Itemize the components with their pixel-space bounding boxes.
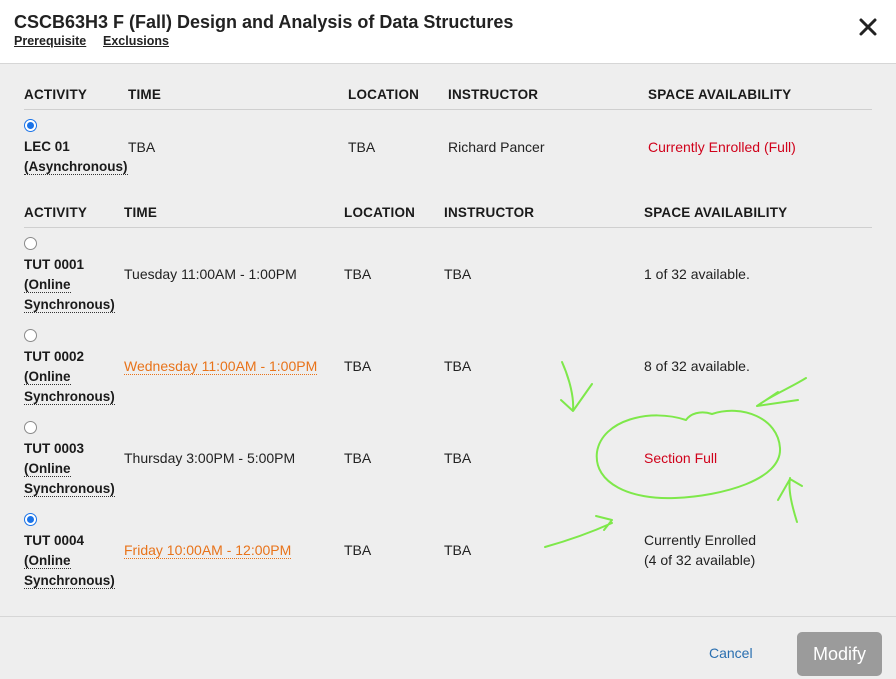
- activity-lec-01: LEC 01 (Asynchronous): [24, 137, 128, 177]
- activity-mode-line1[interactable]: (Online: [24, 277, 71, 293]
- lec-header-instructor: INSTRUCTOR: [448, 87, 539, 102]
- lec-header-activity: ACTIVITY: [24, 87, 88, 102]
- availability-line2: (4 of 32 available): [644, 552, 756, 568]
- modify-button[interactable]: Modify: [797, 632, 882, 676]
- activity-mode-line2[interactable]: Synchronous): [24, 481, 115, 497]
- close-icon[interactable]: [858, 15, 878, 39]
- activity-code: TUT 0002: [24, 349, 85, 364]
- activity-code: LEC 01: [24, 139, 70, 154]
- lec-availability: Currently Enrolled (Full): [648, 139, 796, 155]
- tut-availability: Currently Enrolled (4 of 32 available): [644, 530, 784, 570]
- activity-tut-0002: TUT 0002 (Online Synchronous): [24, 347, 115, 407]
- activity-code: TUT 0004: [24, 533, 85, 548]
- cancel-button[interactable]: Cancel: [709, 645, 753, 661]
- radio-tut-0001[interactable]: [24, 237, 37, 250]
- tut-instructor: TBA: [444, 266, 472, 282]
- activity-code: TUT 0001: [24, 257, 85, 272]
- tut-availability: 8 of 32 available.: [644, 358, 750, 374]
- conflict-time-text[interactable]: Wednesday 11:00AM - 1:00PM: [124, 358, 318, 375]
- tut-instructor: TBA: [444, 358, 472, 374]
- tut-location: TBA: [344, 358, 372, 374]
- activity-tut-0001: TUT 0001 (Online Synchronous): [24, 255, 115, 315]
- lec-instructor: Richard Pancer: [448, 139, 545, 155]
- tut-header-divider: [24, 227, 872, 228]
- tut-header-availability: SPACE AVAILABILITY: [644, 205, 788, 220]
- dialog-footer: Cancel Modify: [0, 616, 896, 679]
- tut-header-instructor: INSTRUCTOR: [444, 205, 535, 220]
- lec-header-divider: [24, 109, 872, 110]
- radio-tut-0003[interactable]: [24, 421, 37, 434]
- tut-instructor: TBA: [444, 542, 472, 558]
- lec-header-availability: SPACE AVAILABILITY: [648, 87, 792, 102]
- activity-mode-line1[interactable]: (Online: [24, 461, 71, 477]
- activity-tut-0004: TUT 0004 (Online Synchronous): [24, 531, 115, 591]
- tut-time: Thursday 3:00PM - 5:00PM: [124, 450, 296, 466]
- tut-time[interactable]: Friday 10:00AM - 12:00PM: [124, 542, 292, 559]
- tut-header-activity: ACTIVITY: [24, 205, 88, 220]
- dialog-header: CSCB63H3 F (Fall) Design and Analysis of…: [0, 0, 896, 64]
- lec-header-location: LOCATION: [348, 87, 420, 102]
- lec-time: TBA: [128, 139, 156, 155]
- tut-location: TBA: [344, 266, 372, 282]
- tut-location: TBA: [344, 450, 372, 466]
- tut-header-time: TIME: [124, 205, 158, 220]
- lec-header-time: TIME: [128, 87, 162, 102]
- tut-time[interactable]: Wednesday 11:00AM - 1:00PM: [124, 358, 318, 375]
- activity-mode-line2[interactable]: Synchronous): [24, 573, 115, 589]
- activity-mode[interactable]: (Asynchronous): [24, 159, 128, 175]
- tut-availability: 1 of 32 available.: [644, 266, 750, 282]
- availability-line1: Currently Enrolled: [644, 532, 757, 548]
- exclusions-link[interactable]: Exclusions: [103, 34, 169, 48]
- prerequisite-link[interactable]: Prerequisite: [14, 34, 86, 48]
- tut-instructor: TBA: [444, 450, 472, 466]
- lec-location: TBA: [348, 139, 376, 155]
- radio-tut-0002[interactable]: [24, 329, 37, 342]
- tut-location: TBA: [344, 542, 372, 558]
- activity-code: TUT 0003: [24, 441, 85, 456]
- tut-header-location: LOCATION: [344, 205, 416, 220]
- radio-lec-01[interactable]: [24, 119, 37, 132]
- dialog-title: CSCB63H3 F (Fall) Design and Analysis of…: [14, 12, 514, 32]
- activity-mode-line1[interactable]: (Online: [24, 553, 71, 569]
- activity-mode-line2[interactable]: Synchronous): [24, 389, 115, 405]
- radio-tut-0004[interactable]: [24, 513, 37, 526]
- dialog-body: ACTIVITY TIME LOCATION INSTRUCTOR SPACE …: [0, 64, 896, 616]
- activity-mode-line2[interactable]: Synchronous): [24, 297, 115, 313]
- activity-mode-line1[interactable]: (Online: [24, 369, 71, 385]
- tut-availability: Section Full: [644, 450, 718, 466]
- tut-time: Tuesday 11:00AM - 1:00PM: [124, 266, 297, 282]
- conflict-time-text[interactable]: Friday 10:00AM - 12:00PM: [124, 542, 292, 559]
- activity-tut-0003: TUT 0003 (Online Synchronous): [24, 439, 115, 499]
